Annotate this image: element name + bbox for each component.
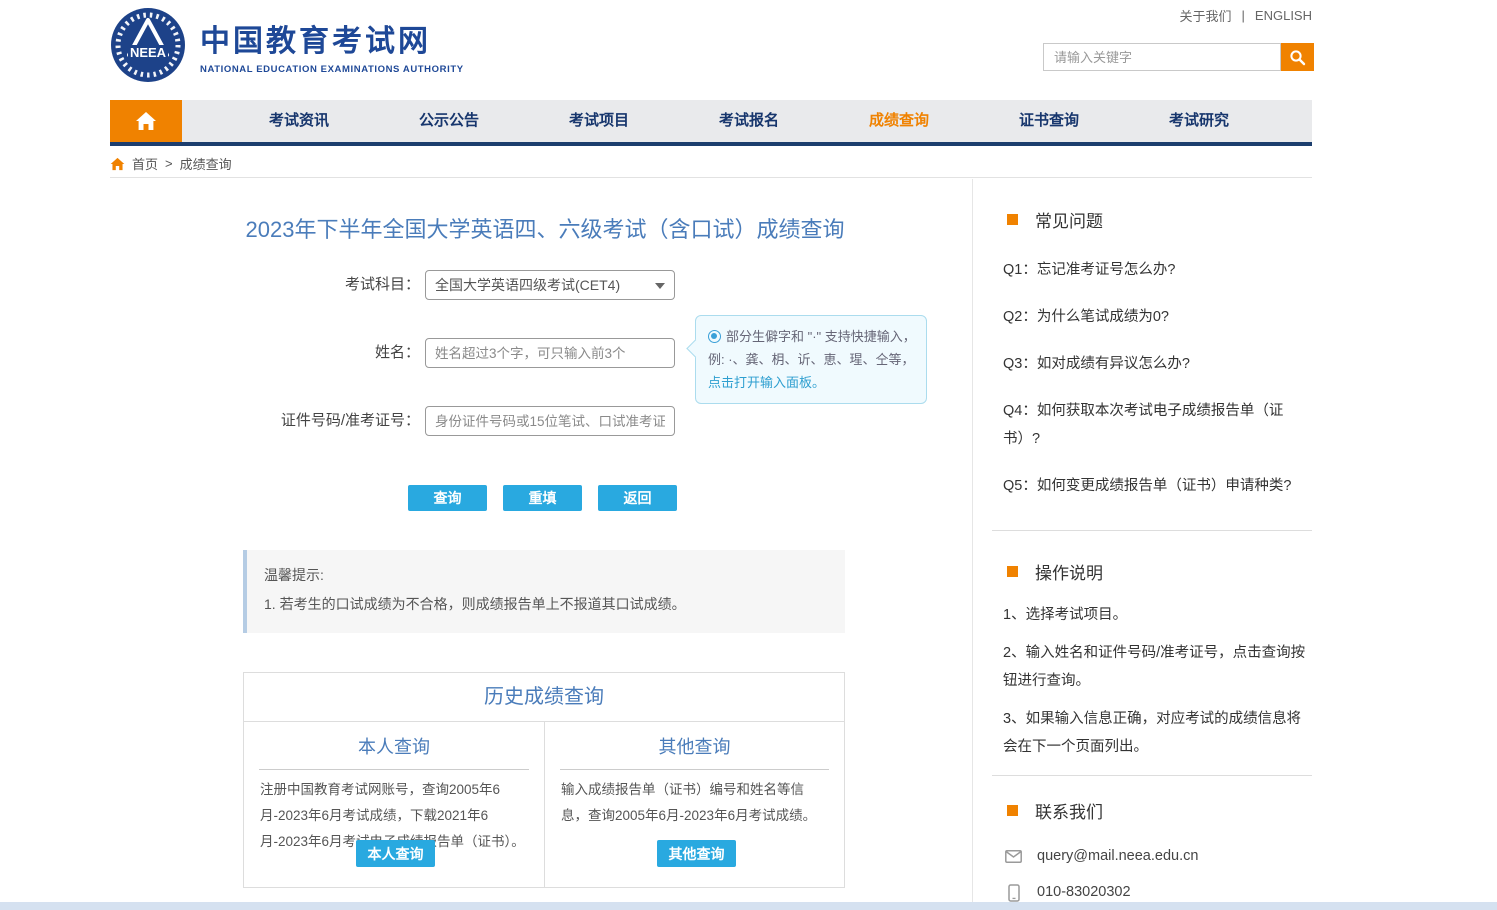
nav-item-announcements[interactable]: 公示公告 (374, 100, 524, 142)
search-icon (1289, 49, 1306, 66)
self-query-column: 本人查询 注册中国教育考试网账号，查询2005年6月-2023年6月考试成绩，下… (244, 722, 544, 888)
instructions-title: 操作说明 (1035, 559, 1103, 584)
breadcrumb-separator: > (165, 156, 173, 171)
tooltip-text: 部分生僻字和 "·" 支持快捷输入，例: ·、龚、枂、䜣、恵、瑆、仝等， (708, 329, 916, 367)
id-label: 证件号码/准考证号： (110, 406, 420, 436)
nav-home-button[interactable] (110, 100, 182, 142)
contact-phone-row: 010-83020302 (1005, 881, 1312, 904)
form-buttons: 查询 重填 返回 (408, 485, 677, 511)
home-icon (135, 111, 157, 131)
self-query-rule (259, 769, 529, 770)
breadcrumb-home-link[interactable]: 首页 (132, 154, 158, 173)
query-button[interactable]: 查询 (408, 485, 487, 511)
mobile-phone-icon (1008, 884, 1020, 902)
warm-tip-box: 温馨提示: 1. 若考生的口试成绩为不合格，则成绩报告单上不报道其口试成绩。 (243, 550, 845, 633)
nav-item-exam-research[interactable]: 考试研究 (1124, 100, 1274, 142)
search-input[interactable] (1043, 43, 1281, 71)
rare-character-tooltip: 部分生僻字和 "·" 支持快捷输入，例: ·、龚、枂、䜣、恵、瑆、仝等， 点击打开… (695, 315, 927, 404)
contact-phone: 010-83020302 (1037, 881, 1131, 904)
svg-text:NEEA: NEEA (130, 45, 167, 60)
history-query-box: 历史成绩查询 本人查询 注册中国教育考试网账号，查询2005年6月-2023年6… (243, 672, 845, 888)
breadcrumb: 首页 > 成绩查询 (110, 150, 1312, 178)
nav-item-exam-news[interactable]: 考试资讯 (224, 100, 374, 142)
name-label: 姓名： (110, 338, 420, 368)
other-query-title: 其他查询 (545, 733, 844, 759)
neea-emblem-icon: NEEA (110, 7, 186, 83)
nav-items: 考试资讯 公示公告 考试项目 考试报名 成绩查询 证书查询 考试研究 (224, 100, 1274, 142)
tip-title: 温馨提示: (264, 565, 845, 585)
faq-title: 常见问题 (1035, 207, 1103, 232)
id-input[interactable] (425, 406, 675, 436)
subject-label: 考试科目： (110, 270, 420, 300)
faq-list: Q1：忘记准考证号怎么办? Q2：为什么笔试成绩为0? Q3：如对成绩有异议怎么… (992, 232, 1312, 530)
faq-section: 常见问题 Q1：忘记准考证号怎么办? Q2：为什么笔试成绩为0? Q3：如对成绩… (992, 207, 1312, 531)
contact-email-row: query@mail.neea.edu.cn (1005, 845, 1312, 868)
subject-select-value: 全国大学英语四级考试(CET4) (435, 277, 620, 293)
other-query-desc: 输入成绩报告单（证书）编号和姓名等信息，查询2005年6月-2023年6月考试成… (545, 777, 844, 829)
instruction-step-1: 1、选择考试项目。 (1003, 601, 1315, 629)
about-us-link[interactable]: 关于我们 (1180, 6, 1232, 25)
breadcrumb-current: 成绩查询 (180, 154, 232, 173)
contact-list: query@mail.neea.edu.cn 010-83020302 (992, 823, 1312, 910)
other-query-column: 其他查询 输入成绩报告单（证书）编号和姓名等信息，查询2005年6月-2023年… (544, 722, 844, 888)
main-area: 2023年下半年全国大学英语四、六级考试（含口试）成绩查询 考试科目： 全国大学… (110, 179, 1312, 902)
instructions-section: 操作说明 1、选择考试项目。 2、输入姓名和证件号码/准考证号，点击查询按钮进行… (992, 559, 1312, 776)
faq-item-q3[interactable]: Q3：如对成绩有异议怎么办? (1003, 350, 1303, 378)
subject-select[interactable]: 全国大学英语四级考试(CET4) (425, 270, 675, 300)
orange-square-bullet-icon (1007, 805, 1018, 816)
instructions-header: 操作说明 (992, 559, 1312, 584)
radio-selected-icon (708, 330, 721, 343)
nav-item-certificate-query[interactable]: 证书查询 (974, 100, 1124, 142)
page-header: NEEA 中国教育考试网 NATIONAL EDUCATION EXAMINAT… (0, 0, 1497, 100)
subject-row: 考试科目： 全国大学英语四级考试(CET4) (110, 270, 972, 300)
faq-item-q1[interactable]: Q1：忘记准考证号怎么办? (1003, 256, 1303, 284)
self-query-title: 本人查询 (244, 733, 544, 759)
query-panel: 2023年下半年全国大学英语四、六级考试（含口试）成绩查询 考试科目： 全国大学… (110, 179, 972, 902)
instruction-step-3: 3、如果输入信息正确，对应考试的成绩信息将会在下一个页面列出。 (1003, 705, 1315, 761)
instructions-list: 1、选择考试项目。 2、输入姓名和证件号码/准考证号，点击查询按钮进行查询。 3… (992, 584, 1312, 775)
contact-section: 联系我们 query@mail.neea.edu.cn (992, 798, 1312, 910)
reset-button[interactable]: 重填 (503, 485, 582, 511)
site-logo[interactable]: NEEA 中国教育考试网 NATIONAL EDUCATION EXAMINAT… (110, 7, 464, 83)
faq-item-q5[interactable]: Q5：如何变更成绩报告单（证书）申请种类? (1003, 472, 1303, 500)
page-title: 2023年下半年全国大学英语四、六级考试（含口试）成绩查询 (210, 212, 880, 244)
open-input-panel-link[interactable]: 点击打开输入面板。 (708, 375, 825, 390)
tip-line: 1. 若考生的口试成绩为不合格，则成绩报告单上不报道其口试成绩。 (264, 594, 845, 614)
main-nav: 考试资讯 公示公告 考试项目 考试报名 成绩查询 证书查询 考试研究 (110, 100, 1312, 146)
logo-text: 中国教育考试网 NATIONAL EDUCATION EXAMINATIONS … (200, 16, 464, 75)
top-links: 关于我们 | ENGLISH (1180, 6, 1312, 25)
footer-strip (0, 902, 1497, 910)
search-bar (1043, 43, 1314, 71)
search-button[interactable] (1281, 43, 1314, 71)
contact-email[interactable]: query@mail.neea.edu.cn (1037, 845, 1198, 868)
chevron-down-icon (655, 283, 665, 289)
envelope-icon (1005, 850, 1022, 863)
content-sidebar-divider (972, 179, 973, 903)
name-input[interactable] (425, 338, 675, 368)
site-subtitle: NATIONAL EDUCATION EXAMINATIONS AUTHORIT… (200, 64, 464, 75)
nav-item-score-query[interactable]: 成绩查询 (824, 100, 974, 142)
other-query-rule (560, 769, 829, 770)
top-links-divider: | (1242, 8, 1245, 23)
faq-item-q2[interactable]: Q2：为什么笔试成绩为0? (1003, 303, 1303, 331)
id-row: 证件号码/准考证号： (110, 406, 972, 436)
nav-item-registration[interactable]: 考试报名 (674, 100, 824, 142)
contact-header: 联系我们 (992, 798, 1312, 823)
nav-item-exam-programs[interactable]: 考试项目 (524, 100, 674, 142)
instruction-step-2: 2、输入姓名和证件号码/准考证号，点击查询按钮进行查询。 (1003, 639, 1315, 695)
back-button[interactable]: 返回 (598, 485, 677, 511)
other-query-button[interactable]: 其他查询 (657, 840, 736, 867)
sidebar: 常见问题 Q1：忘记准考证号怎么办? Q2：为什么笔试成绩为0? Q3：如对成绩… (992, 179, 1312, 910)
site-title: 中国教育考试网 (200, 16, 464, 60)
orange-square-bullet-icon (1007, 566, 1018, 577)
history-title: 历史成绩查询 (244, 673, 844, 722)
orange-square-bullet-icon (1007, 214, 1018, 225)
english-link[interactable]: ENGLISH (1255, 8, 1312, 23)
faq-item-q4[interactable]: Q4：如何获取本次考试电子成绩报告单（证书）? (1003, 397, 1303, 453)
contact-title: 联系我们 (1035, 798, 1103, 823)
faq-header: 常见问题 (992, 207, 1312, 232)
breadcrumb-home-icon (110, 157, 125, 171)
self-query-button[interactable]: 本人查询 (356, 840, 435, 867)
